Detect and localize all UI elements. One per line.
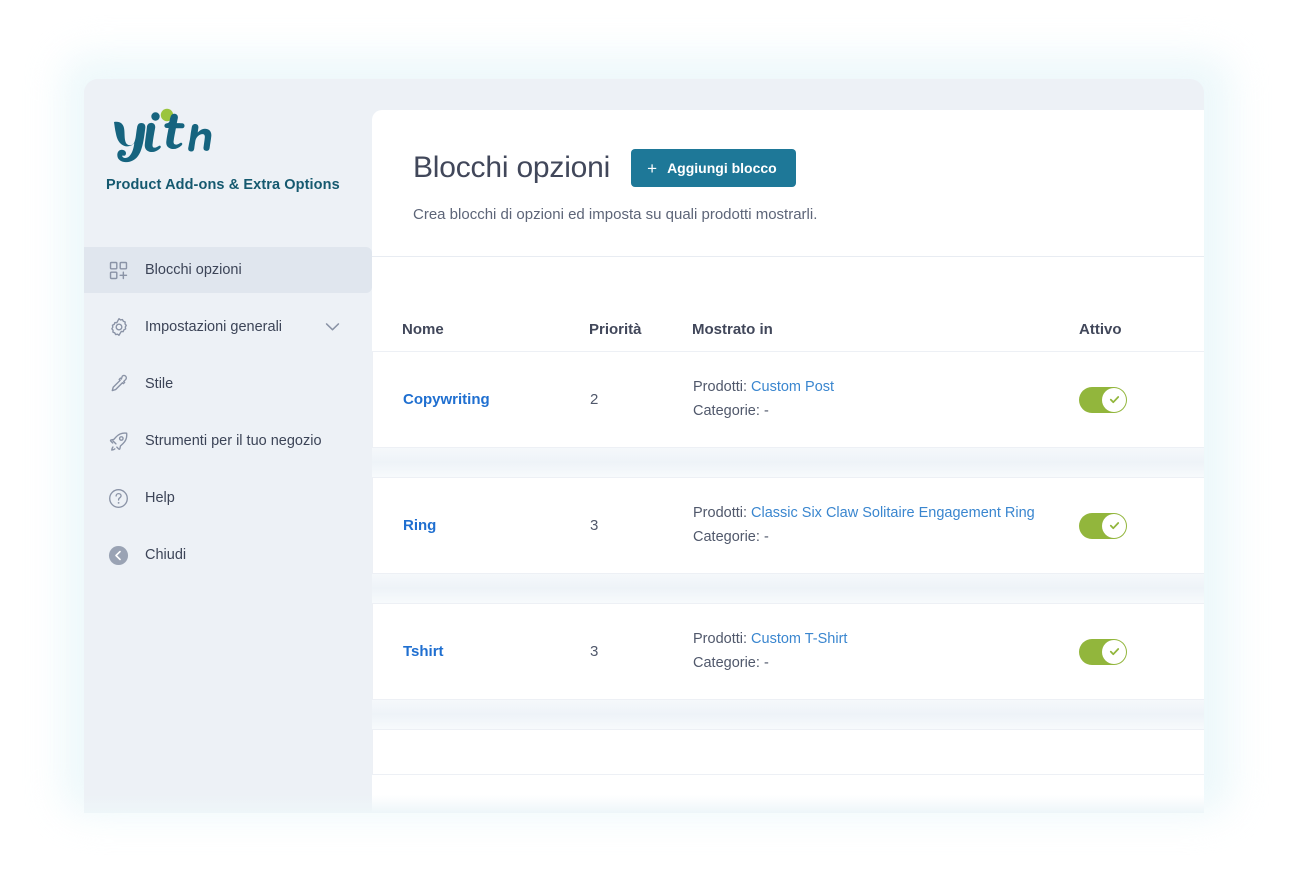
categorie-line: Categorie: - xyxy=(693,400,1079,424)
app-root: Product Add-ons & Extra Options Blocchi … xyxy=(0,0,1300,884)
block-priority: 3 xyxy=(590,517,599,534)
block-shown-in: Prodotti: Custom Post Categorie: - xyxy=(693,376,1079,423)
plugin-name: Product Add-ons & Extra Options xyxy=(106,177,340,193)
gear-icon xyxy=(106,315,131,340)
page-title: Blocchi opzioni xyxy=(413,151,611,184)
toggle-knob xyxy=(1102,513,1126,538)
admin-panel: Product Add-ons & Extra Options Blocchi … xyxy=(84,79,1204,813)
sidebar-item-stile[interactable]: Stile xyxy=(84,361,372,407)
chevron-down-icon[interactable] xyxy=(325,323,340,332)
sidebar-item-chiudi[interactable]: Chiudi xyxy=(84,532,372,578)
active-toggle[interactable] xyxy=(1079,638,1127,665)
back-arrow-icon xyxy=(106,543,131,568)
prodotti-value-link[interactable]: Classic Six Claw Solitaire Engagement Ri… xyxy=(751,505,1035,521)
column-header-attivo: Attivo xyxy=(1079,320,1122,338)
toggle-knob xyxy=(1102,387,1126,412)
sidebar-item-help[interactable]: Help xyxy=(84,475,372,521)
sidebar-item-label: Impostazioni generali xyxy=(145,319,283,335)
block-active-cell xyxy=(1079,386,1204,413)
column-header-priorita: Priorità xyxy=(589,320,642,338)
toggle-knob xyxy=(1102,639,1126,664)
add-block-button-label: Aggiungi blocco xyxy=(667,160,777,176)
block-name-link[interactable]: Copywriting xyxy=(403,391,590,408)
categorie-value: - xyxy=(763,528,769,545)
sidebar-nav: Blocchi opzioni Impostazioni generali St… xyxy=(84,247,372,589)
check-icon xyxy=(1109,396,1119,404)
categorie-label: Categorie: xyxy=(693,402,760,419)
rocket-icon xyxy=(106,429,131,454)
sidebar-item-impostazioni-generali[interactable]: Impostazioni generali xyxy=(84,304,372,350)
prodotti-label: Prodotti: xyxy=(693,379,747,395)
sidebar-item-blocchi-opzioni[interactable]: Blocchi opzioni xyxy=(84,247,372,293)
prodotti-label: Prodotti: xyxy=(693,505,747,521)
sidebar-item-label: Chiudi xyxy=(145,547,187,563)
block-shown-in: Prodotti: Classic Six Claw Solitaire Eng… xyxy=(693,502,1079,549)
block-active-cell xyxy=(1079,638,1204,665)
sidebar-item-strumenti[interactable]: Strumenti per il tuo negozio xyxy=(84,418,372,464)
table-row[interactable] xyxy=(372,729,1204,775)
sidebar-item-label: Help xyxy=(145,490,175,506)
page-subtitle: Crea blocchi di opzioni ed imposta su qu… xyxy=(413,206,818,223)
sidebar-item-label: Stile xyxy=(145,376,174,392)
categorie-label: Categorie: xyxy=(693,528,760,545)
prodotti-line: Prodotti: Custom T-Shirt xyxy=(693,628,1079,652)
prodotti-line: Prodotti: Classic Six Claw Solitaire Eng… xyxy=(693,502,1079,526)
content-card: Blocchi opzioni + Aggiungi blocco Crea b… xyxy=(372,110,1204,813)
row-separator xyxy=(372,574,1204,603)
categorie-value: - xyxy=(763,402,769,419)
table-row[interactable]: Copywriting 2 Prodotti: Custom Post Cate… xyxy=(372,351,1204,448)
column-header-mostrato-in: Mostrato in xyxy=(692,320,773,338)
categorie-label: Categorie: xyxy=(693,654,760,671)
active-toggle[interactable] xyxy=(1079,386,1127,413)
card-header: Blocchi opzioni + Aggiungi blocco Crea b… xyxy=(372,110,1204,257)
yith-logo xyxy=(106,106,356,164)
table-row[interactable]: Ring 3 Prodotti: Classic Six Claw Solita… xyxy=(372,477,1204,574)
categorie-value: - xyxy=(763,654,769,671)
add-block-button[interactable]: + Aggiungi blocco xyxy=(631,149,796,187)
table-row[interactable]: Tshirt 3 Prodotti: Custom T-Shirt Catego… xyxy=(372,603,1204,700)
active-toggle[interactable] xyxy=(1079,512,1127,539)
row-separator xyxy=(372,448,1204,477)
prodotti-label: Prodotti: xyxy=(693,631,747,647)
categorie-line: Categorie: - xyxy=(693,652,1079,676)
block-priority: 2 xyxy=(590,391,599,408)
table-header-row: Nome Priorità Mostrato in Attivo xyxy=(372,307,1204,351)
blocks-add-icon xyxy=(106,258,131,283)
sidebar: Product Add-ons & Extra Options Blocchi … xyxy=(84,79,372,813)
check-icon xyxy=(1109,648,1119,656)
prodotti-value-link[interactable]: Custom T-Shirt xyxy=(751,631,847,647)
block-priority: 3 xyxy=(590,643,599,660)
blocks-table: Nome Priorità Mostrato in Attivo Copywri… xyxy=(372,257,1204,775)
block-name-link[interactable]: Ring xyxy=(403,517,590,534)
prodotti-value-link[interactable]: Custom Post xyxy=(751,379,834,395)
sidebar-item-label: Strumenti per il tuo negozio xyxy=(145,433,322,449)
table-body: Copywriting 2 Prodotti: Custom Post Cate… xyxy=(372,351,1204,775)
block-name-link[interactable]: Tshirt xyxy=(403,643,590,660)
sidebar-item-label: Blocchi opzioni xyxy=(145,262,242,278)
question-circle-icon xyxy=(106,486,131,511)
check-icon xyxy=(1109,522,1119,530)
block-active-cell xyxy=(1079,512,1204,539)
block-shown-in: Prodotti: Custom T-Shirt Categorie: - xyxy=(693,628,1079,675)
prodotti-line: Prodotti: Custom Post xyxy=(693,376,1079,400)
column-header-nome: Nome xyxy=(402,320,444,338)
plus-icon: + xyxy=(647,158,658,178)
categorie-line: Categorie: - xyxy=(693,526,1079,550)
title-row: Blocchi opzioni + Aggiungi blocco xyxy=(413,149,1204,187)
eyedropper-icon xyxy=(106,372,131,397)
row-separator xyxy=(372,700,1204,729)
